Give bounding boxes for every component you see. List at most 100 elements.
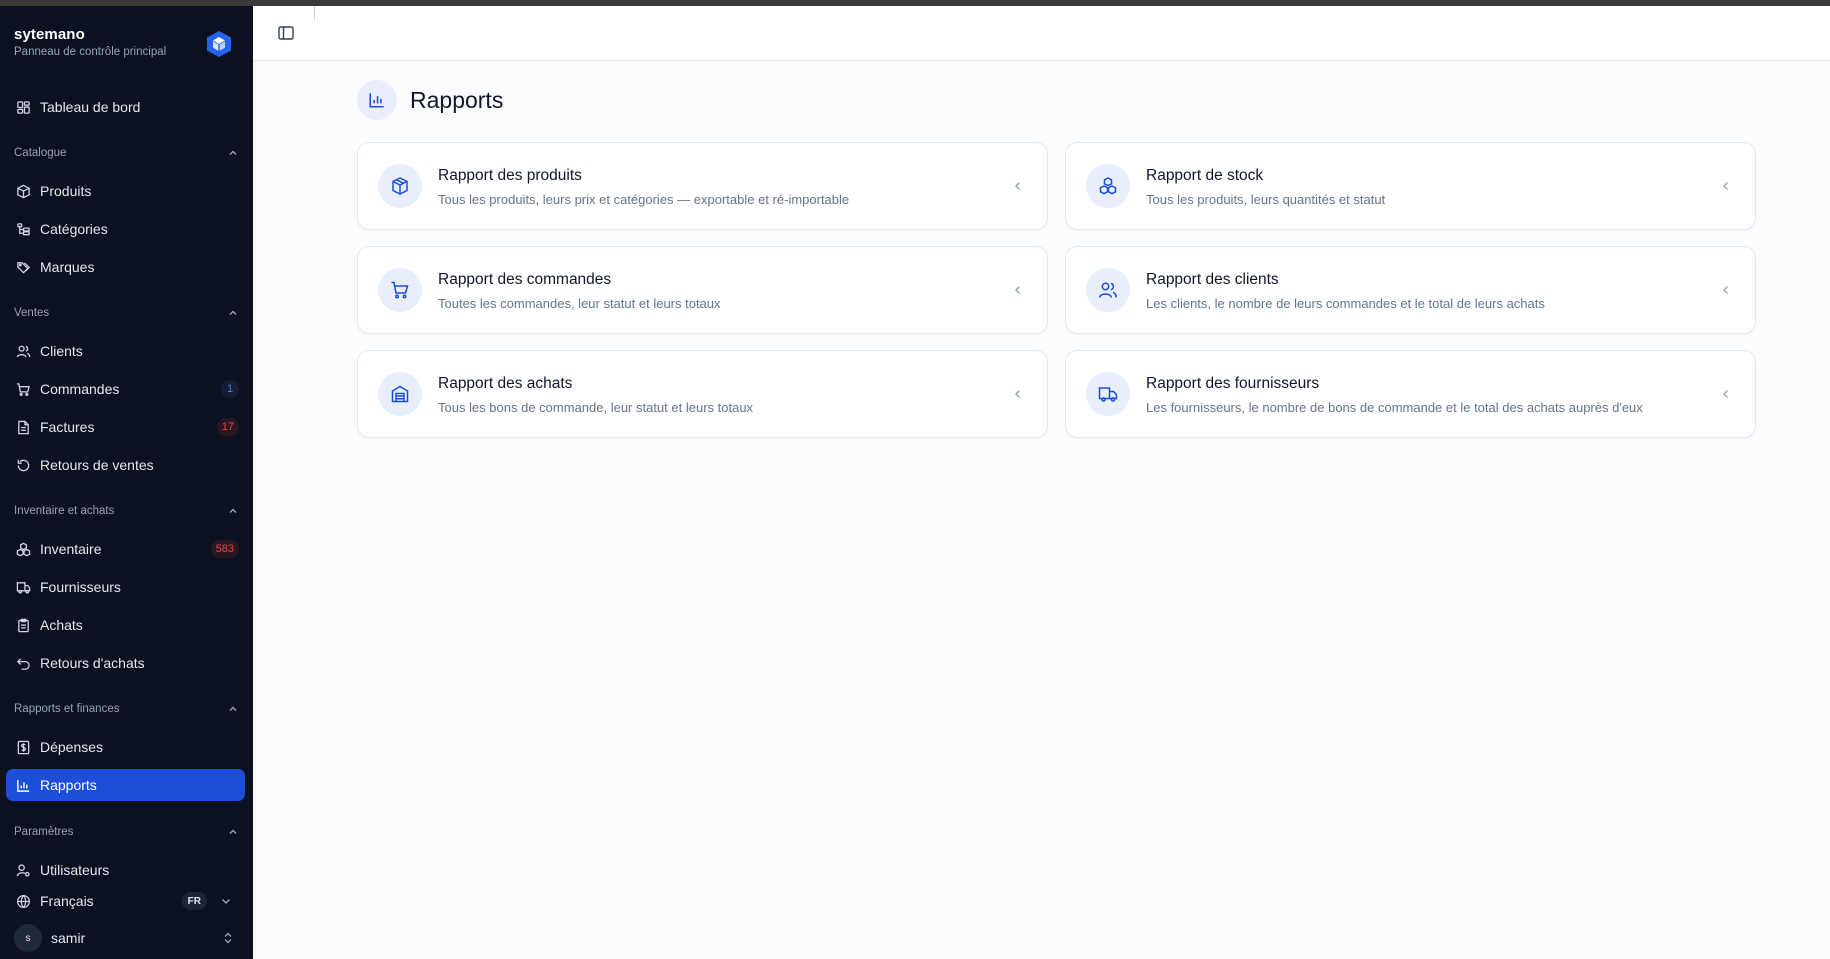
sidebar-item-label: Retours de ventes — [40, 457, 154, 473]
sidebar-item-fournisseurs[interactable]: Fournisseurs — [6, 571, 245, 603]
group-label: Catalogue — [14, 147, 67, 159]
sidebar-item-label: Utilisateurs — [40, 862, 110, 878]
rotate-ccw-icon — [15, 457, 31, 473]
card-title: Rapport des fournisseurs — [1146, 375, 1320, 392]
sidebar-item-label: Marques — [40, 259, 95, 275]
card-title: Rapport de stock — [1146, 167, 1264, 184]
page-title: Rapports — [410, 86, 504, 113]
clipboard-icon — [15, 617, 31, 633]
top-bar — [253, 6, 1830, 61]
sidebar-item-dashboard[interactable]: Tableau de bord — [6, 91, 245, 123]
bar-chart-icon — [357, 80, 397, 120]
cart-icon — [378, 268, 422, 312]
language-label: Français — [40, 893, 94, 909]
card-description: Tous les bons de commande, leur statut e… — [438, 400, 754, 415]
chevron-up-icon — [229, 150, 237, 155]
language-selector[interactable]: Français FR — [6, 885, 245, 917]
user-cog-icon — [15, 862, 31, 878]
warehouse-icon — [378, 372, 422, 416]
sidebar-item-categories[interactable]: Catégories — [6, 213, 245, 245]
group-label: Inventaire et achats — [14, 505, 115, 517]
users-icon — [1086, 268, 1130, 312]
sidebar: sytemano Panneau de contrôle principal T… — [0, 6, 253, 959]
group-rapports[interactable]: Rapports et finances — [14, 703, 239, 715]
sidebar-item-marques[interactable]: Marques — [6, 251, 245, 283]
chevron-left-icon — [1723, 182, 1728, 190]
sidebar-item-label: Produits — [40, 183, 92, 199]
group-label: Paramètres — [14, 826, 74, 838]
sidebar-item-label: Fournisseurs — [40, 579, 121, 595]
user-menu[interactable]: s samir — [14, 923, 239, 953]
receipt-icon — [15, 739, 31, 755]
card-title: Rapport des commandes — [438, 271, 612, 288]
sidebar-item-produits[interactable]: Produits — [6, 175, 245, 207]
sidebar-item-utilisateurs[interactable]: Utilisateurs — [6, 854, 245, 886]
package-icon — [378, 164, 422, 208]
group-inventaire[interactable]: Inventaire et achats — [14, 505, 239, 517]
sidebar-item-label: Tableau de bord — [40, 99, 141, 115]
boxes-icon — [1086, 164, 1130, 208]
card-title: Rapport des achats — [438, 375, 573, 392]
sidebar-item-depenses[interactable]: Dépenses — [6, 731, 245, 763]
sidebar-item-retours-ventes[interactable]: Retours de ventes — [6, 449, 245, 481]
chevron-up-icon — [229, 310, 237, 315]
app-logo-icon — [207, 31, 231, 57]
report-card-clients[interactable]: Rapport des clients Les clients, le nomb… — [1065, 246, 1756, 334]
group-label: Rapports et finances — [14, 703, 120, 715]
chevron-up-icon — [229, 706, 237, 711]
chevrons-up-down-icon — [224, 932, 232, 944]
sidebar-item-label: Commandes — [40, 381, 120, 397]
card-description: Les fournisseurs, le nombre de bons de c… — [1146, 400, 1643, 415]
package-icon — [15, 183, 31, 199]
chevron-up-icon — [229, 829, 237, 834]
bar-chart-icon — [15, 777, 31, 793]
sidebar-item-label: Dépenses — [40, 739, 104, 755]
page-header: Rapports — [357, 80, 503, 120]
sidebar-item-retours-achats[interactable]: Retours d'achats — [6, 647, 245, 679]
chevron-up-icon — [229, 508, 237, 513]
language-code-badge: FR — [181, 892, 207, 910]
chevron-left-icon — [1723, 286, 1728, 294]
sidebar-item-label: Factures — [40, 419, 95, 435]
group-catalogue[interactable]: Catalogue — [14, 147, 239, 159]
users-icon — [15, 343, 31, 359]
chevron-left-icon — [1015, 286, 1020, 294]
chevron-down-icon — [222, 899, 230, 904]
sidebar-item-factures[interactable]: Factures 17 — [6, 411, 245, 443]
card-description: Tous les produits, leurs prix et catégor… — [438, 192, 850, 207]
report-card-achats[interactable]: Rapport des achats Tous les bons de comm… — [357, 350, 1048, 438]
sidebar-item-rapports[interactable]: Rapports — [6, 769, 245, 801]
divider — [314, 6, 315, 20]
sidebar-item-clients[interactable]: Clients — [6, 335, 245, 367]
brand: sytemano Panneau de contrôle principal — [14, 26, 166, 58]
sidebar-item-label: Clients — [40, 343, 83, 359]
truck-icon — [15, 579, 31, 595]
sidebar-item-label: Retours d'achats — [40, 655, 145, 671]
globe-icon — [15, 893, 31, 909]
card-title: Rapport des clients — [1146, 271, 1279, 288]
group-ventes[interactable]: Ventes — [14, 307, 239, 319]
main-content: Rapports Rapport des produits Tous les p… — [253, 6, 1830, 959]
report-card-commandes[interactable]: Rapport des commandes Toutes les command… — [357, 246, 1048, 334]
report-card-fournisseurs[interactable]: Rapport des fournisseurs Les fournisseur… — [1065, 350, 1756, 438]
sidebar-toggle-icon[interactable] — [277, 24, 295, 42]
card-title: Rapport des produits — [438, 167, 582, 184]
cart-icon — [15, 381, 31, 397]
sidebar-item-label: Achats — [40, 617, 83, 633]
user-name: samir — [51, 930, 86, 946]
undo-icon — [15, 655, 31, 671]
count-badge: 1 — [221, 380, 239, 398]
sidebar-item-achats[interactable]: Achats — [6, 609, 245, 641]
sidebar-item-commandes[interactable]: Commandes 1 — [6, 373, 245, 405]
chevron-left-icon — [1015, 182, 1020, 190]
card-description: Les clients, le nombre de leurs commande… — [1146, 296, 1545, 311]
tree-icon — [15, 221, 31, 237]
report-card-produits[interactable]: Rapport des produits Tous les produits, … — [357, 142, 1048, 230]
file-text-icon — [15, 419, 31, 435]
sidebar-item-inventaire[interactable]: Inventaire 583 — [6, 533, 245, 565]
tags-icon — [15, 259, 31, 275]
report-card-stock[interactable]: Rapport de stock Tous les produits, leur… — [1065, 142, 1756, 230]
group-parametres[interactable]: Paramètres — [14, 826, 239, 838]
group-label: Ventes — [14, 307, 50, 319]
card-description: Toutes les commandes, leur statut et leu… — [438, 296, 721, 311]
